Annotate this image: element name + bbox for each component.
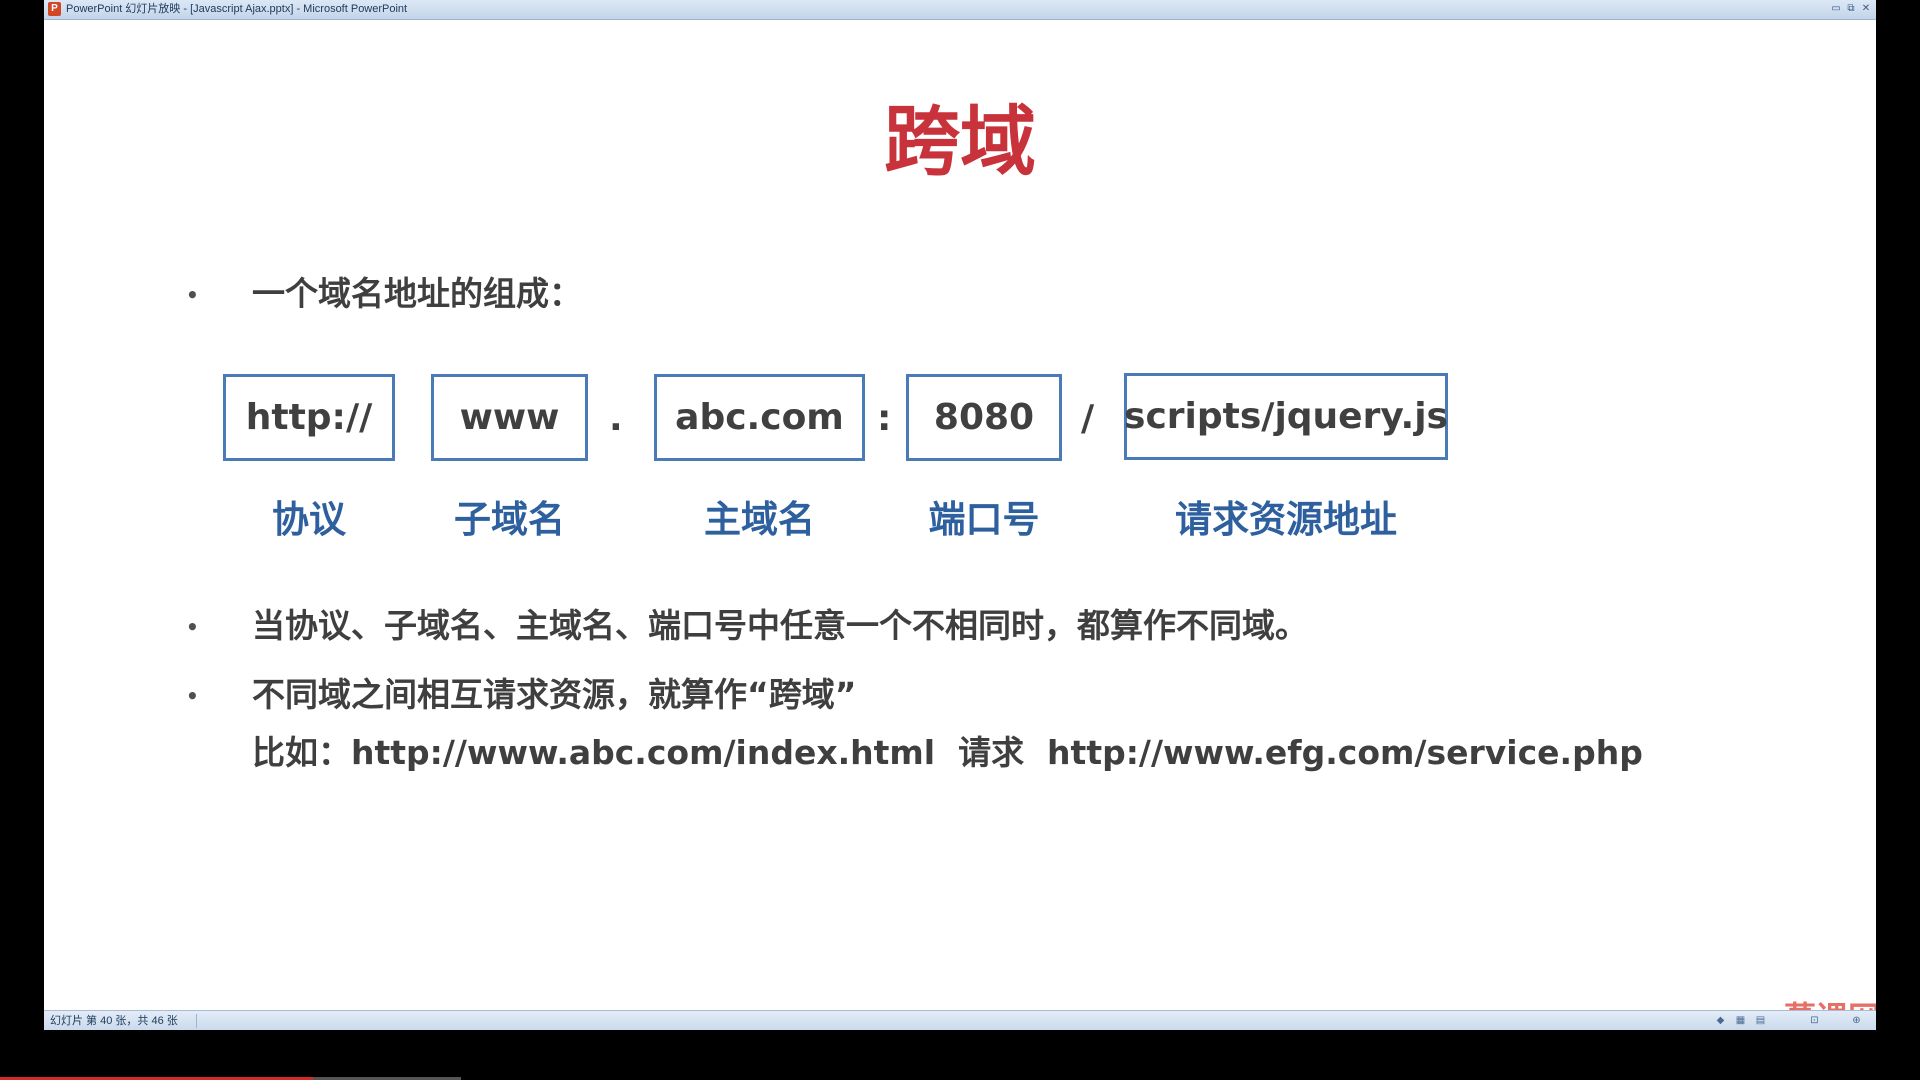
- restore-button[interactable]: ⧉: [1845, 2, 1857, 15]
- powerpoint-app-icon: P: [48, 2, 61, 16]
- status-divider: [196, 1014, 197, 1028]
- close-button[interactable]: ✕: [1860, 2, 1872, 15]
- example-text: 比如：http://www.abc.com/index.html 请求 http…: [252, 733, 1643, 772]
- url-part-protocol: http://: [223, 374, 395, 461]
- bullet-text-composition: 一个域名地址的组成：: [252, 274, 582, 313]
- label-subdomain: 子域名: [454, 498, 565, 541]
- minimize-button[interactable]: ▭: [1830, 2, 1842, 15]
- label-domain: 主域名: [704, 498, 815, 541]
- label-port: 端口号: [928, 498, 1040, 541]
- slide-title: 跨域: [884, 97, 1036, 186]
- url-part-subdomain: www: [431, 374, 588, 461]
- url-separator-colon: :: [877, 398, 892, 439]
- zoom-icon[interactable]: ⊕: [1850, 1015, 1863, 1027]
- powerpoint-window: P PowerPoint 幻灯片放映 - [Javascript Ajax.pp…: [44, 0, 1876, 1030]
- fit-window-icon[interactable]: ⊡: [1808, 1015, 1821, 1027]
- url-part-port: 8080: [906, 374, 1062, 461]
- slide-sorter-icon[interactable]: ▦: [1734, 1015, 1747, 1027]
- label-protocol: 协议: [272, 498, 346, 541]
- label-resource-path: 请求资源地址: [1175, 498, 1397, 541]
- slide-canvas[interactable]: 跨域 • 一个域名地址的组成： http:// www . abc.com : …: [44, 20, 1876, 1030]
- status-bar: 幻灯片 第 40 张，共 46 张 ◆ ▦ ▤ ⊡ ⊕: [44, 1010, 1876, 1030]
- bullet-text-different-domain: 当协议、子域名、主域名、端口号中任意一个不相同时，都算作不同域。: [252, 606, 1308, 645]
- bullet-marker: •: [186, 684, 199, 708]
- window-title: PowerPoint 幻灯片放映 - [Javascript Ajax.pptx…: [66, 3, 408, 15]
- url-separator-slash: /: [1081, 398, 1095, 439]
- title-bar: P PowerPoint 幻灯片放映 - [Javascript Ajax.pp…: [44, 0, 1876, 20]
- bullet-marker: •: [186, 283, 199, 307]
- reading-view-icon[interactable]: ▤: [1754, 1015, 1767, 1027]
- url-separator-dot: .: [609, 398, 623, 439]
- bullet-marker: •: [186, 615, 199, 639]
- url-part-resource-path: scripts/jquery.js: [1124, 373, 1448, 460]
- bullet-text-cross-domain: 不同域之间相互请求资源，就算作“跨域”: [252, 675, 857, 714]
- normal-view-icon[interactable]: ◆: [1714, 1015, 1727, 1027]
- url-part-domain: abc.com: [654, 374, 865, 461]
- slide-counter: 幻灯片 第 40 张，共 46 张: [50, 1015, 178, 1027]
